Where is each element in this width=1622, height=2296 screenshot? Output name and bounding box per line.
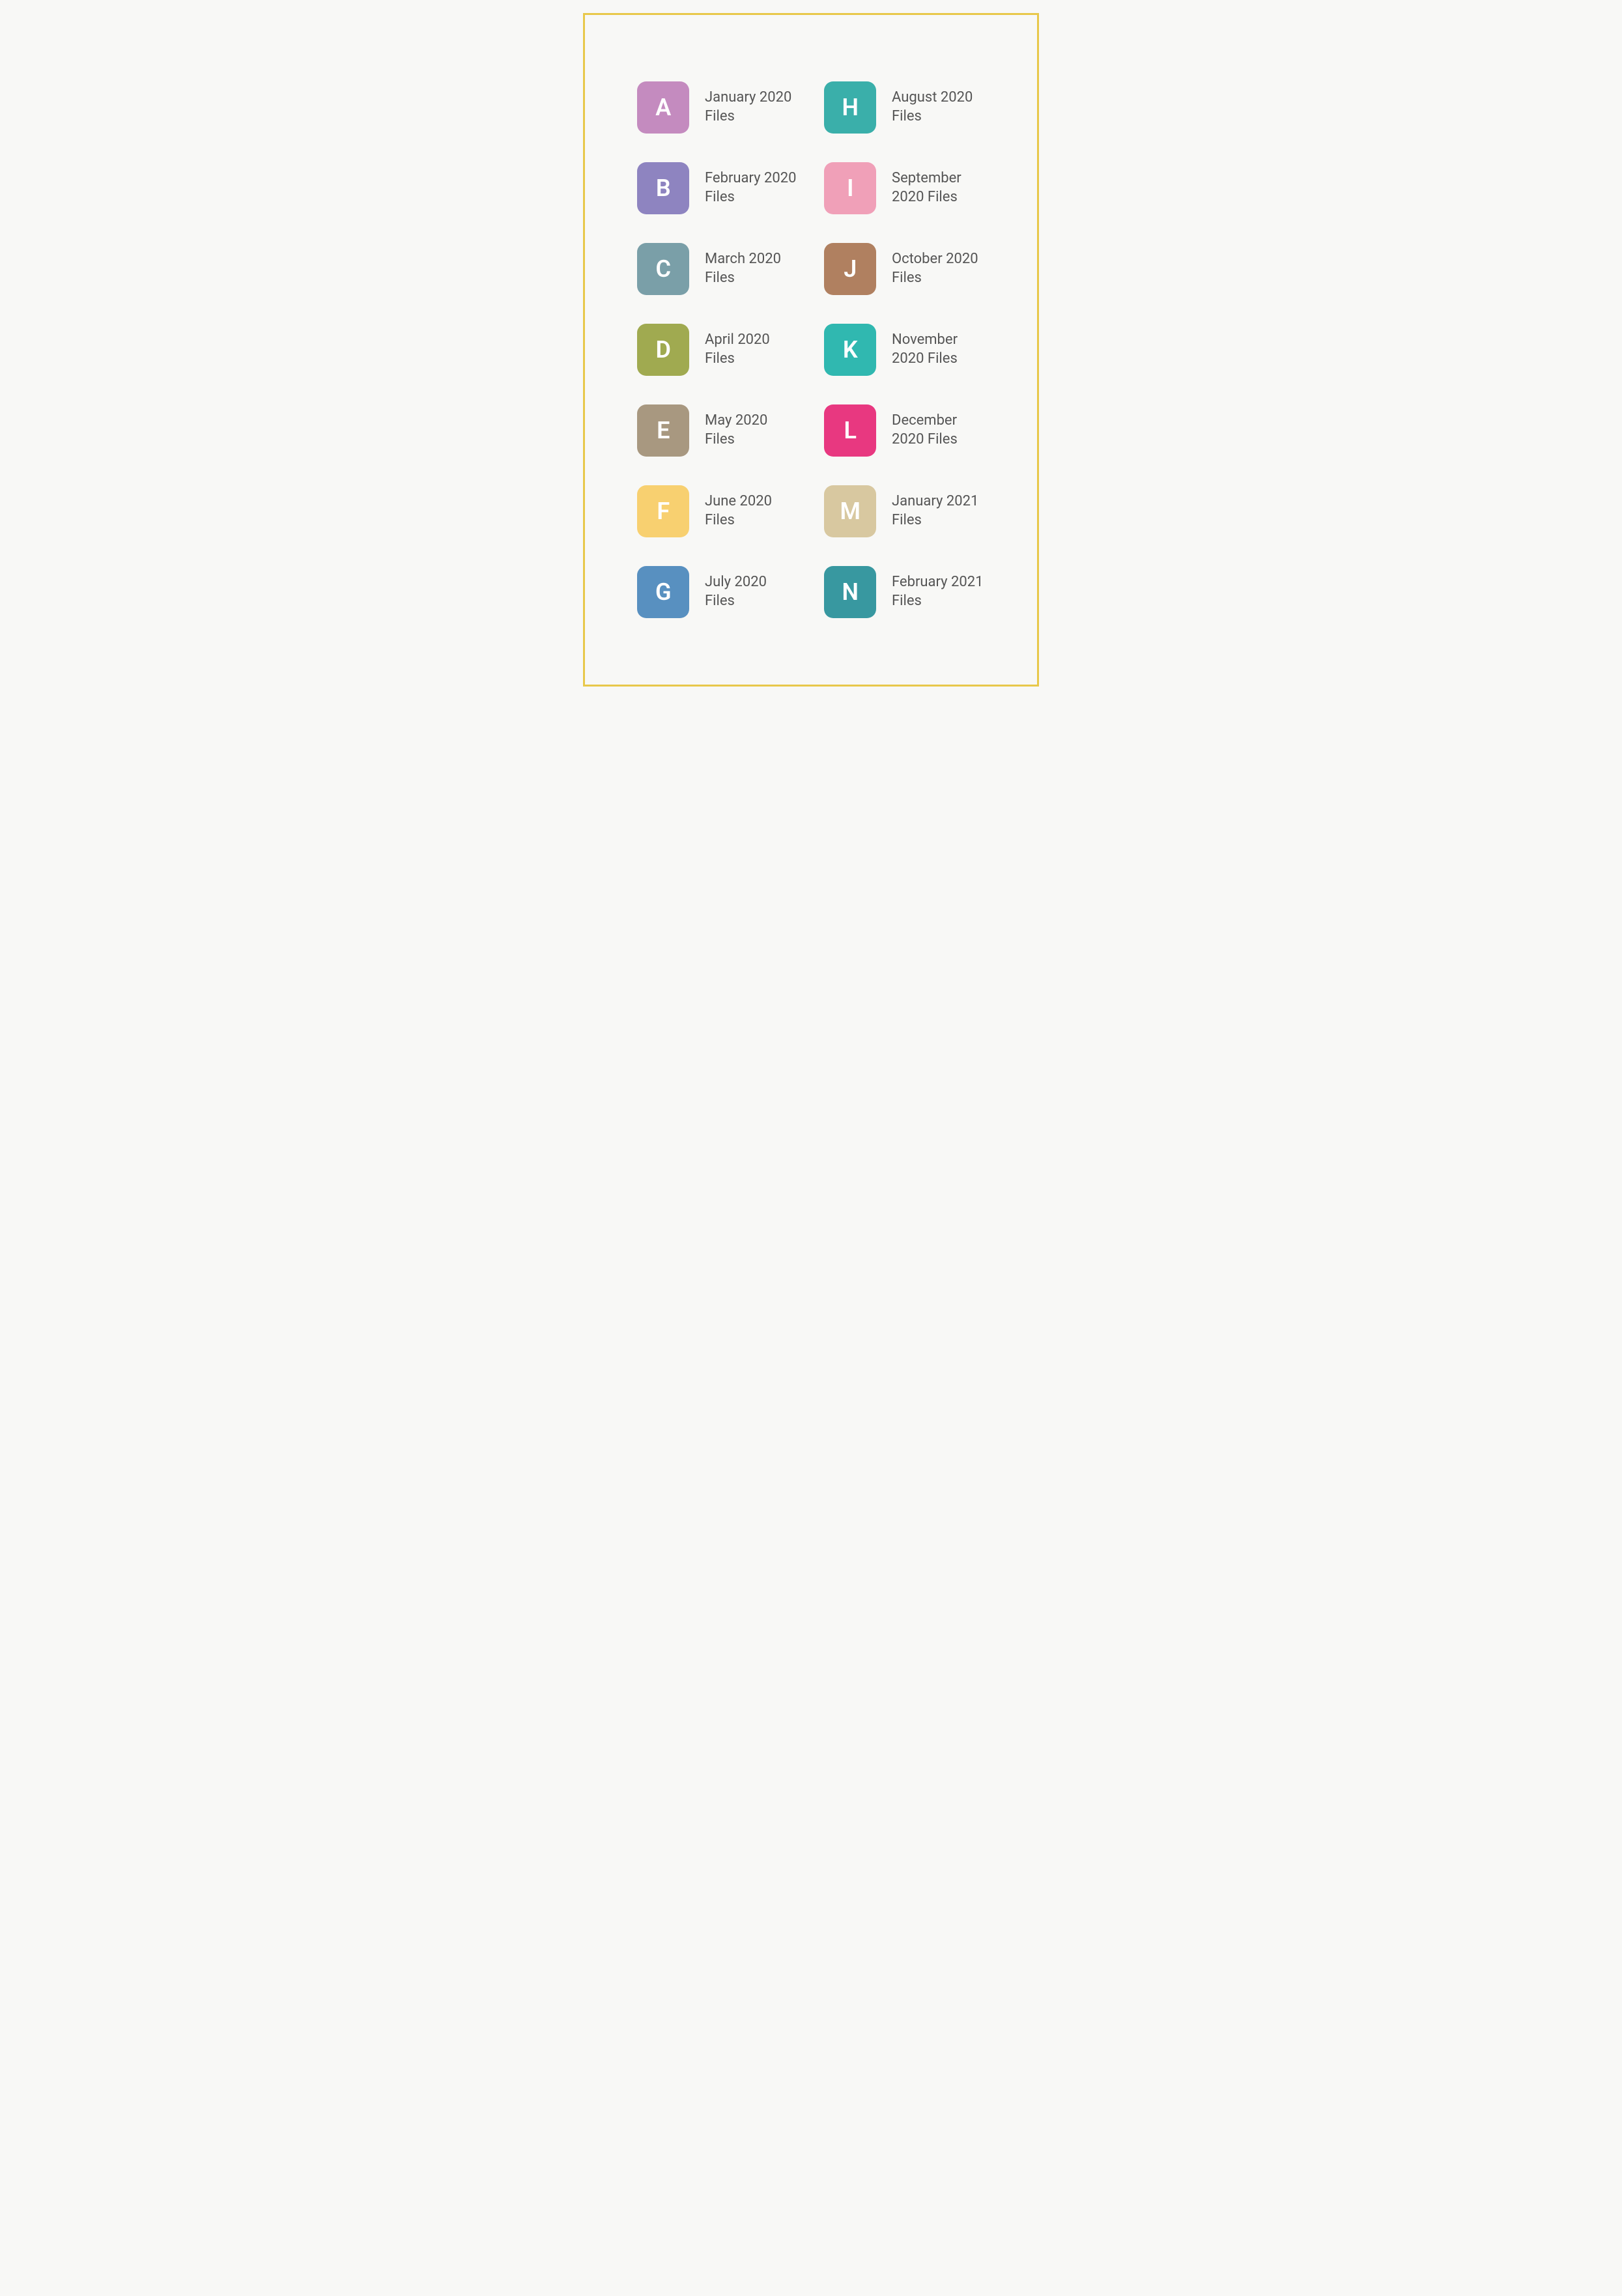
folder-grid: A January 2020 Files H August 2020 Files B Fe… <box>624 67 998 632</box>
folder-item-b[interactable]: B February 2020 Files <box>624 148 811 229</box>
folder-label-l: December 2020 Files <box>892 412 985 449</box>
folder-item-a[interactable]: A January 2020 Files <box>624 67 811 148</box>
folder-item-f[interactable]: F June 2020 Files <box>624 471 811 552</box>
folder-label-d: April 2020 Files <box>705 331 798 368</box>
folder-letter-h: H <box>842 94 859 121</box>
folder-letter-n: N <box>842 578 859 606</box>
folder-letter-b: B <box>656 175 670 202</box>
folder-item-j[interactable]: J October 2020 Files <box>811 229 998 309</box>
folder-letter-g: G <box>655 578 671 606</box>
folder-item-n[interactable]: N February 2021 Files <box>811 552 998 632</box>
folder-icon-h: H <box>824 81 876 134</box>
folder-item-e[interactable]: E May 2020 Files <box>624 390 811 471</box>
folder-item-k[interactable]: K November 2020 Files <box>811 309 998 390</box>
folder-icon-j: J <box>824 243 876 295</box>
folder-letter-l: L <box>844 417 857 444</box>
folder-label-b: February 2020 Files <box>705 169 798 206</box>
folder-item-h[interactable]: H August 2020 Files <box>811 67 998 148</box>
folder-label-h: August 2020 Files <box>892 89 985 126</box>
folder-item-m[interactable]: M January 2021 Files <box>811 471 998 552</box>
folder-letter-e: E <box>657 417 670 444</box>
folder-label-f: June 2020 Files <box>705 492 798 530</box>
folder-letter-k: K <box>843 336 857 363</box>
folder-icon-n: N <box>824 566 876 618</box>
folder-label-i: September 2020 Files <box>892 169 985 206</box>
folder-label-k: November 2020 Files <box>892 331 985 368</box>
folder-letter-d: D <box>656 336 671 363</box>
folder-icon-d: D <box>637 324 689 376</box>
folder-letter-j: J <box>844 255 857 283</box>
page-container: A January 2020 Files H August 2020 Files B Fe… <box>583 13 1039 687</box>
folder-label-e: May 2020 Files <box>705 412 798 449</box>
folder-label-g: July 2020 Files <box>705 573 798 610</box>
folder-item-d[interactable]: D April 2020 Files <box>624 309 811 390</box>
folder-letter-c: C <box>655 255 670 283</box>
folder-icon-l: L <box>824 404 876 457</box>
folder-item-c[interactable]: C March 2020 Files <box>624 229 811 309</box>
folder-icon-b: B <box>637 162 689 214</box>
folder-item-l[interactable]: L December 2020 Files <box>811 390 998 471</box>
folder-label-n: February 2021 Files <box>892 573 985 610</box>
folder-label-a: January 2020 Files <box>705 89 798 126</box>
folder-icon-f: F <box>637 485 689 537</box>
folder-letter-f: F <box>657 498 669 525</box>
folder-icon-i: I <box>824 162 876 214</box>
folder-letter-m: M <box>840 498 861 525</box>
folder-icon-k: K <box>824 324 876 376</box>
folder-letter-i: I <box>847 175 853 202</box>
folder-letter-a: A <box>655 94 671 121</box>
folder-icon-g: G <box>637 566 689 618</box>
folder-item-i[interactable]: I September 2020 Files <box>811 148 998 229</box>
folder-icon-m: M <box>824 485 876 537</box>
folder-item-g[interactable]: G July 2020 Files <box>624 552 811 632</box>
folder-icon-e: E <box>637 404 689 457</box>
folder-label-c: March 2020 Files <box>705 250 798 287</box>
folder-label-j: October 2020 Files <box>892 250 985 287</box>
folder-icon-c: C <box>637 243 689 295</box>
folder-label-m: January 2021 Files <box>892 492 985 530</box>
folder-icon-a: A <box>637 81 689 134</box>
